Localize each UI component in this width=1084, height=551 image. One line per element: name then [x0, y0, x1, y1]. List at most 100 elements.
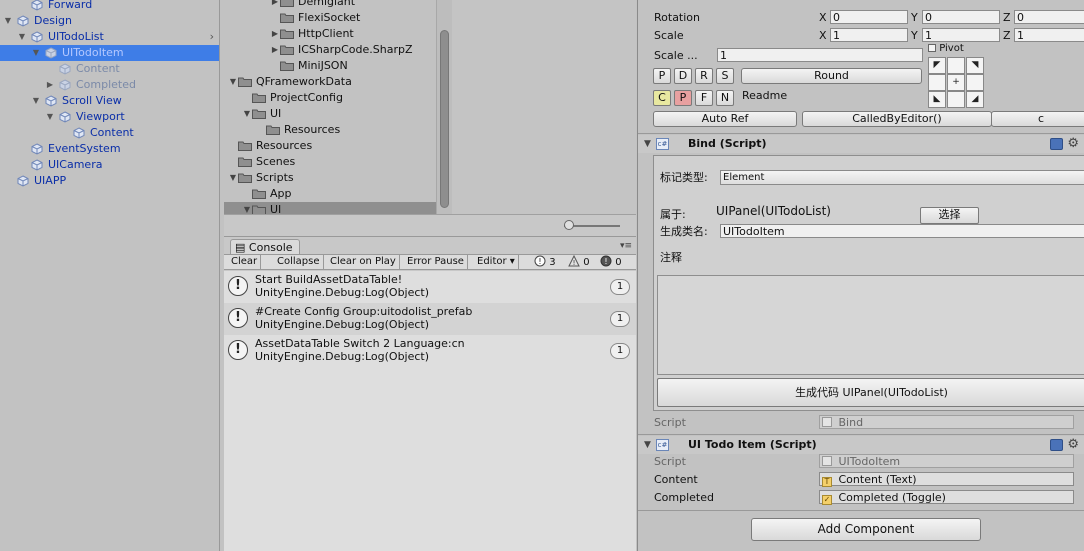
- error-pause-button[interactable]: Error Pause: [404, 255, 468, 270]
- project-folder-item[interactable]: ▼ UI: [224, 106, 436, 122]
- class-name-field[interactable]: UITodoItem: [720, 224, 1084, 238]
- hierarchy-item[interactable]: Content: [0, 125, 219, 141]
- anchor-middle-left[interactable]: [928, 74, 946, 91]
- hierarchy-item[interactable]: ▼ Viewport: [0, 109, 219, 125]
- mark-type-dropdown[interactable]: Element: [720, 170, 1084, 185]
- pivot-toggle[interactable]: Pivot: [928, 43, 964, 54]
- cpfn-button-c[interactable]: C: [653, 90, 671, 106]
- hierarchy-item[interactable]: UICamera: [0, 157, 219, 173]
- c-button[interactable]: c: [991, 111, 1084, 127]
- scale-y-field[interactable]: 1: [922, 28, 1000, 42]
- fold-arrow-icon[interactable]: ▼: [644, 139, 651, 149]
- help-book-icon[interactable]: [1050, 439, 1063, 451]
- rotation-x-field[interactable]: 0: [830, 10, 908, 24]
- add-component-button[interactable]: Add Component: [751, 518, 981, 541]
- called-by-editor-button[interactable]: CalledByEditor(): [802, 111, 992, 127]
- scale-z-field[interactable]: 1: [1014, 28, 1084, 42]
- anchor-middle-right[interactable]: [966, 74, 984, 91]
- hierarchy-item[interactable]: Content: [0, 61, 219, 77]
- console-menu-icon[interactable]: ▾≡: [620, 241, 632, 251]
- pivot-checkbox[interactable]: [928, 44, 936, 52]
- rotation-y-field[interactable]: 0: [922, 10, 1000, 24]
- expand-arrow-down-icon[interactable]: ▼: [228, 170, 238, 186]
- info-count-toggle[interactable]: ! 3: [534, 255, 556, 270]
- expand-arrow-down-icon[interactable]: ▼: [3, 13, 13, 29]
- anchor-top-right[interactable]: ◥: [966, 57, 984, 74]
- collapse-button[interactable]: Collapse: [274, 255, 324, 270]
- log-entry[interactable]: ! AssetDataTable Switch 2 Language:cn Un…: [224, 335, 636, 367]
- anchor-bottom-right[interactable]: ◢: [966, 91, 984, 108]
- todo-item-component-header[interactable]: ▼ c# UI Todo Item (Script) ⚙: [638, 436, 1084, 454]
- fold-arrow-icon[interactable]: ▼: [644, 440, 651, 450]
- auto-ref-button[interactable]: Auto Ref: [653, 111, 797, 127]
- rotation-z-field[interactable]: 0: [1014, 10, 1084, 24]
- hierarchy-item[interactable]: ▼ Scroll View: [0, 93, 219, 109]
- log-entry[interactable]: ! Start BuildAssetDataTable! UnityEngine…: [224, 271, 636, 303]
- anchor-center-plus-icon[interactable]: +: [947, 74, 965, 91]
- hierarchy-item[interactable]: ▼ UITodoItem: [0, 45, 219, 61]
- expand-arrow-down-icon[interactable]: ▼: [31, 45, 41, 61]
- expand-arrow-down-icon[interactable]: ▼: [228, 74, 238, 90]
- hierarchy-item[interactable]: Forward: [0, 0, 219, 13]
- gear-icon[interactable]: ⚙: [1067, 136, 1079, 151]
- cpfn-button-f[interactable]: F: [695, 90, 713, 106]
- round-button[interactable]: Round: [741, 68, 922, 84]
- expand-arrow-right-icon[interactable]: ▶: [270, 0, 280, 10]
- anchor-bottom-center[interactable]: [947, 91, 965, 108]
- gear-icon[interactable]: ⚙: [1067, 437, 1079, 452]
- project-scrollbar[interactable]: [436, 0, 452, 214]
- help-book-icon[interactable]: [1050, 138, 1063, 150]
- chevron-right-icon[interactable]: ›: [210, 29, 214, 45]
- project-folder-item[interactable]: Resources: [224, 138, 436, 154]
- project-folder-item[interactable]: ▼ QFrameworkData: [224, 74, 436, 90]
- project-folder-item[interactable]: ProjectConfig: [224, 90, 436, 106]
- log-entry[interactable]: ! #Create Config Group:uitodolist_prefab…: [224, 303, 636, 335]
- project-folder-item[interactable]: MiniJSON: [224, 58, 436, 74]
- expand-arrow-right-icon[interactable]: ▶: [270, 26, 280, 42]
- project-folder-item[interactable]: ▶ HttpClient: [224, 26, 436, 42]
- select-button[interactable]: 选择: [920, 207, 979, 224]
- project-scrollbar-thumb[interactable]: [440, 30, 449, 208]
- hierarchy-item[interactable]: UIAPP: [0, 173, 219, 189]
- clear-button[interactable]: Clear: [228, 255, 262, 270]
- anchor-grid[interactable]: ◤ ◥ + ◣ ◢: [928, 57, 984, 109]
- project-folder-item[interactable]: App: [224, 186, 436, 202]
- hierarchy-item[interactable]: ▼ UITodoList ›: [0, 29, 219, 45]
- clear-on-play-button[interactable]: Clear on Play: [327, 255, 400, 270]
- zoom-slider-knob[interactable]: [564, 220, 574, 230]
- uniform-scale-field[interactable]: 1: [717, 48, 923, 62]
- bind-component-header[interactable]: ▼ c# Bind (Script) ⚙: [638, 135, 1084, 153]
- pdrs-button-s[interactable]: S: [716, 68, 734, 84]
- project-folder-item[interactable]: Resources: [224, 122, 436, 138]
- note-textarea[interactable]: [657, 275, 1084, 375]
- cpfn-button-n[interactable]: N: [716, 90, 734, 106]
- anchor-bottom-left[interactable]: ◣: [928, 91, 946, 108]
- hierarchy-item[interactable]: ▶ Completed: [0, 77, 219, 93]
- expand-arrow-right-icon[interactable]: ▶: [270, 42, 280, 58]
- completed-field[interactable]: ✓ Completed (Toggle): [819, 490, 1074, 505]
- pdrs-button-d[interactable]: D: [674, 68, 692, 84]
- console-log-list[interactable]: ! Start BuildAssetDataTable! UnityEngine…: [224, 271, 636, 551]
- content-field[interactable]: T Content (Text): [819, 472, 1074, 487]
- expand-arrow-down-icon[interactable]: ▼: [242, 106, 252, 122]
- pdrs-button-r[interactable]: R: [695, 68, 713, 84]
- project-folder-item[interactable]: Scenes: [224, 154, 436, 170]
- hierarchy-item[interactable]: ▼ Design: [0, 13, 219, 29]
- expand-arrow-right-icon[interactable]: ▶: [45, 77, 55, 93]
- warning-count-toggle[interactable]: ! 0: [568, 255, 590, 270]
- error-count-toggle[interactable]: ! 0: [600, 255, 622, 270]
- expand-arrow-down-icon[interactable]: ▼: [31, 93, 41, 109]
- pdrs-button-p[interactable]: P: [653, 68, 671, 84]
- scale-x-field[interactable]: 1: [830, 28, 908, 42]
- project-folder-item[interactable]: FlexiSocket: [224, 10, 436, 26]
- expand-arrow-down-icon[interactable]: ▼: [45, 109, 55, 125]
- anchor-top-center[interactable]: [947, 57, 965, 74]
- generate-code-button[interactable]: 生成代码 UIPanel(UITodoList): [657, 378, 1084, 407]
- project-folder-item[interactable]: ▼ Scripts: [224, 170, 436, 186]
- expand-arrow-down-icon[interactable]: ▼: [17, 29, 27, 45]
- tab-console[interactable]: ▤ Console: [230, 239, 300, 255]
- anchor-top-left[interactable]: ◤: [928, 57, 946, 74]
- cpfn-button-p[interactable]: P: [674, 90, 692, 106]
- hierarchy-item[interactable]: EventSystem: [0, 141, 219, 157]
- project-folder-item[interactable]: ▶ Demigiant: [224, 0, 436, 10]
